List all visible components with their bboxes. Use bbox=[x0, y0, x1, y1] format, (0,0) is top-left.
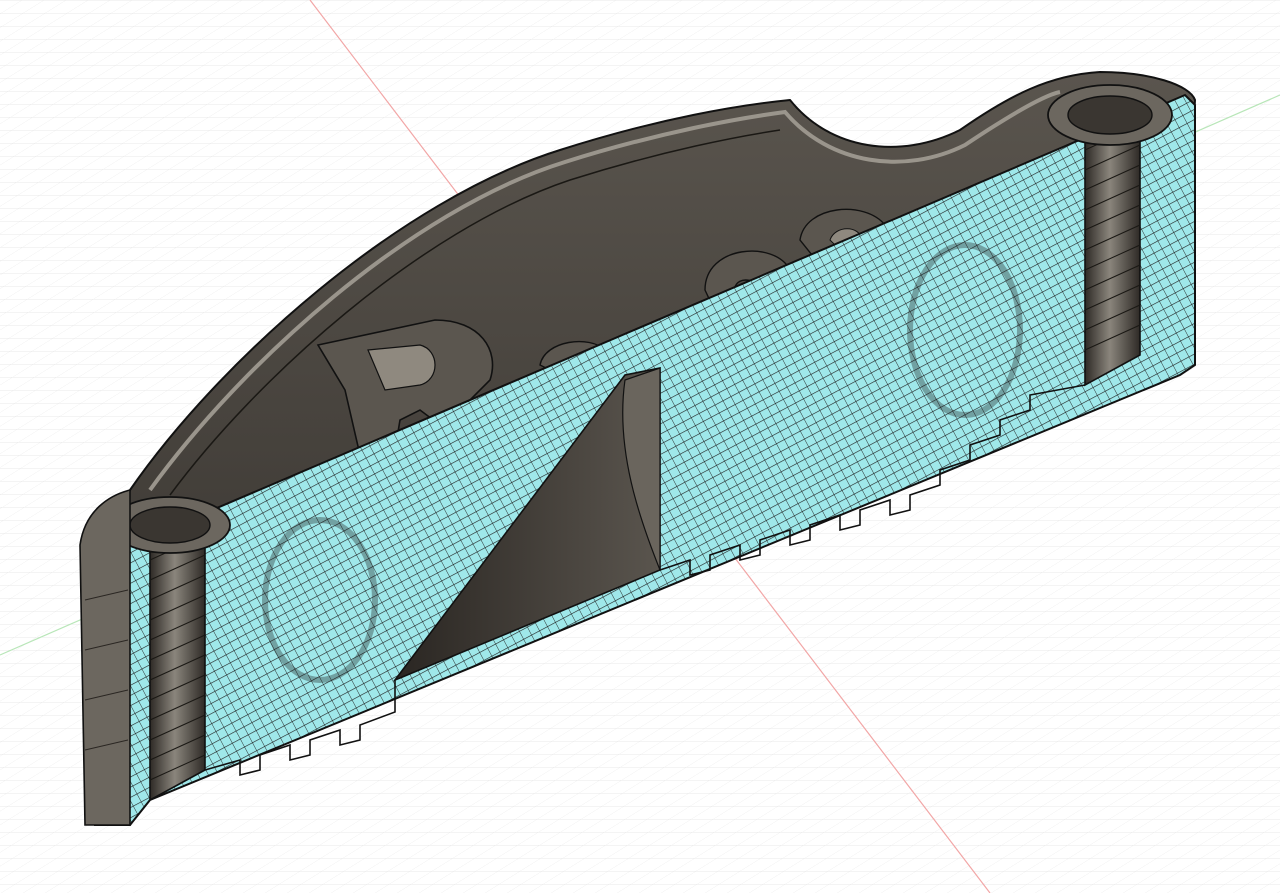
viewport-canvas[interactable] bbox=[0, 0, 1280, 893]
right-threaded-hole bbox=[1084, 108, 1141, 387]
design-viewport[interactable] bbox=[0, 0, 1280, 893]
left-threaded-hole bbox=[149, 518, 206, 802]
left-outer-wall bbox=[79, 488, 131, 826]
right-boss-hole bbox=[1067, 95, 1153, 135]
left-boss-hole bbox=[129, 506, 211, 544]
